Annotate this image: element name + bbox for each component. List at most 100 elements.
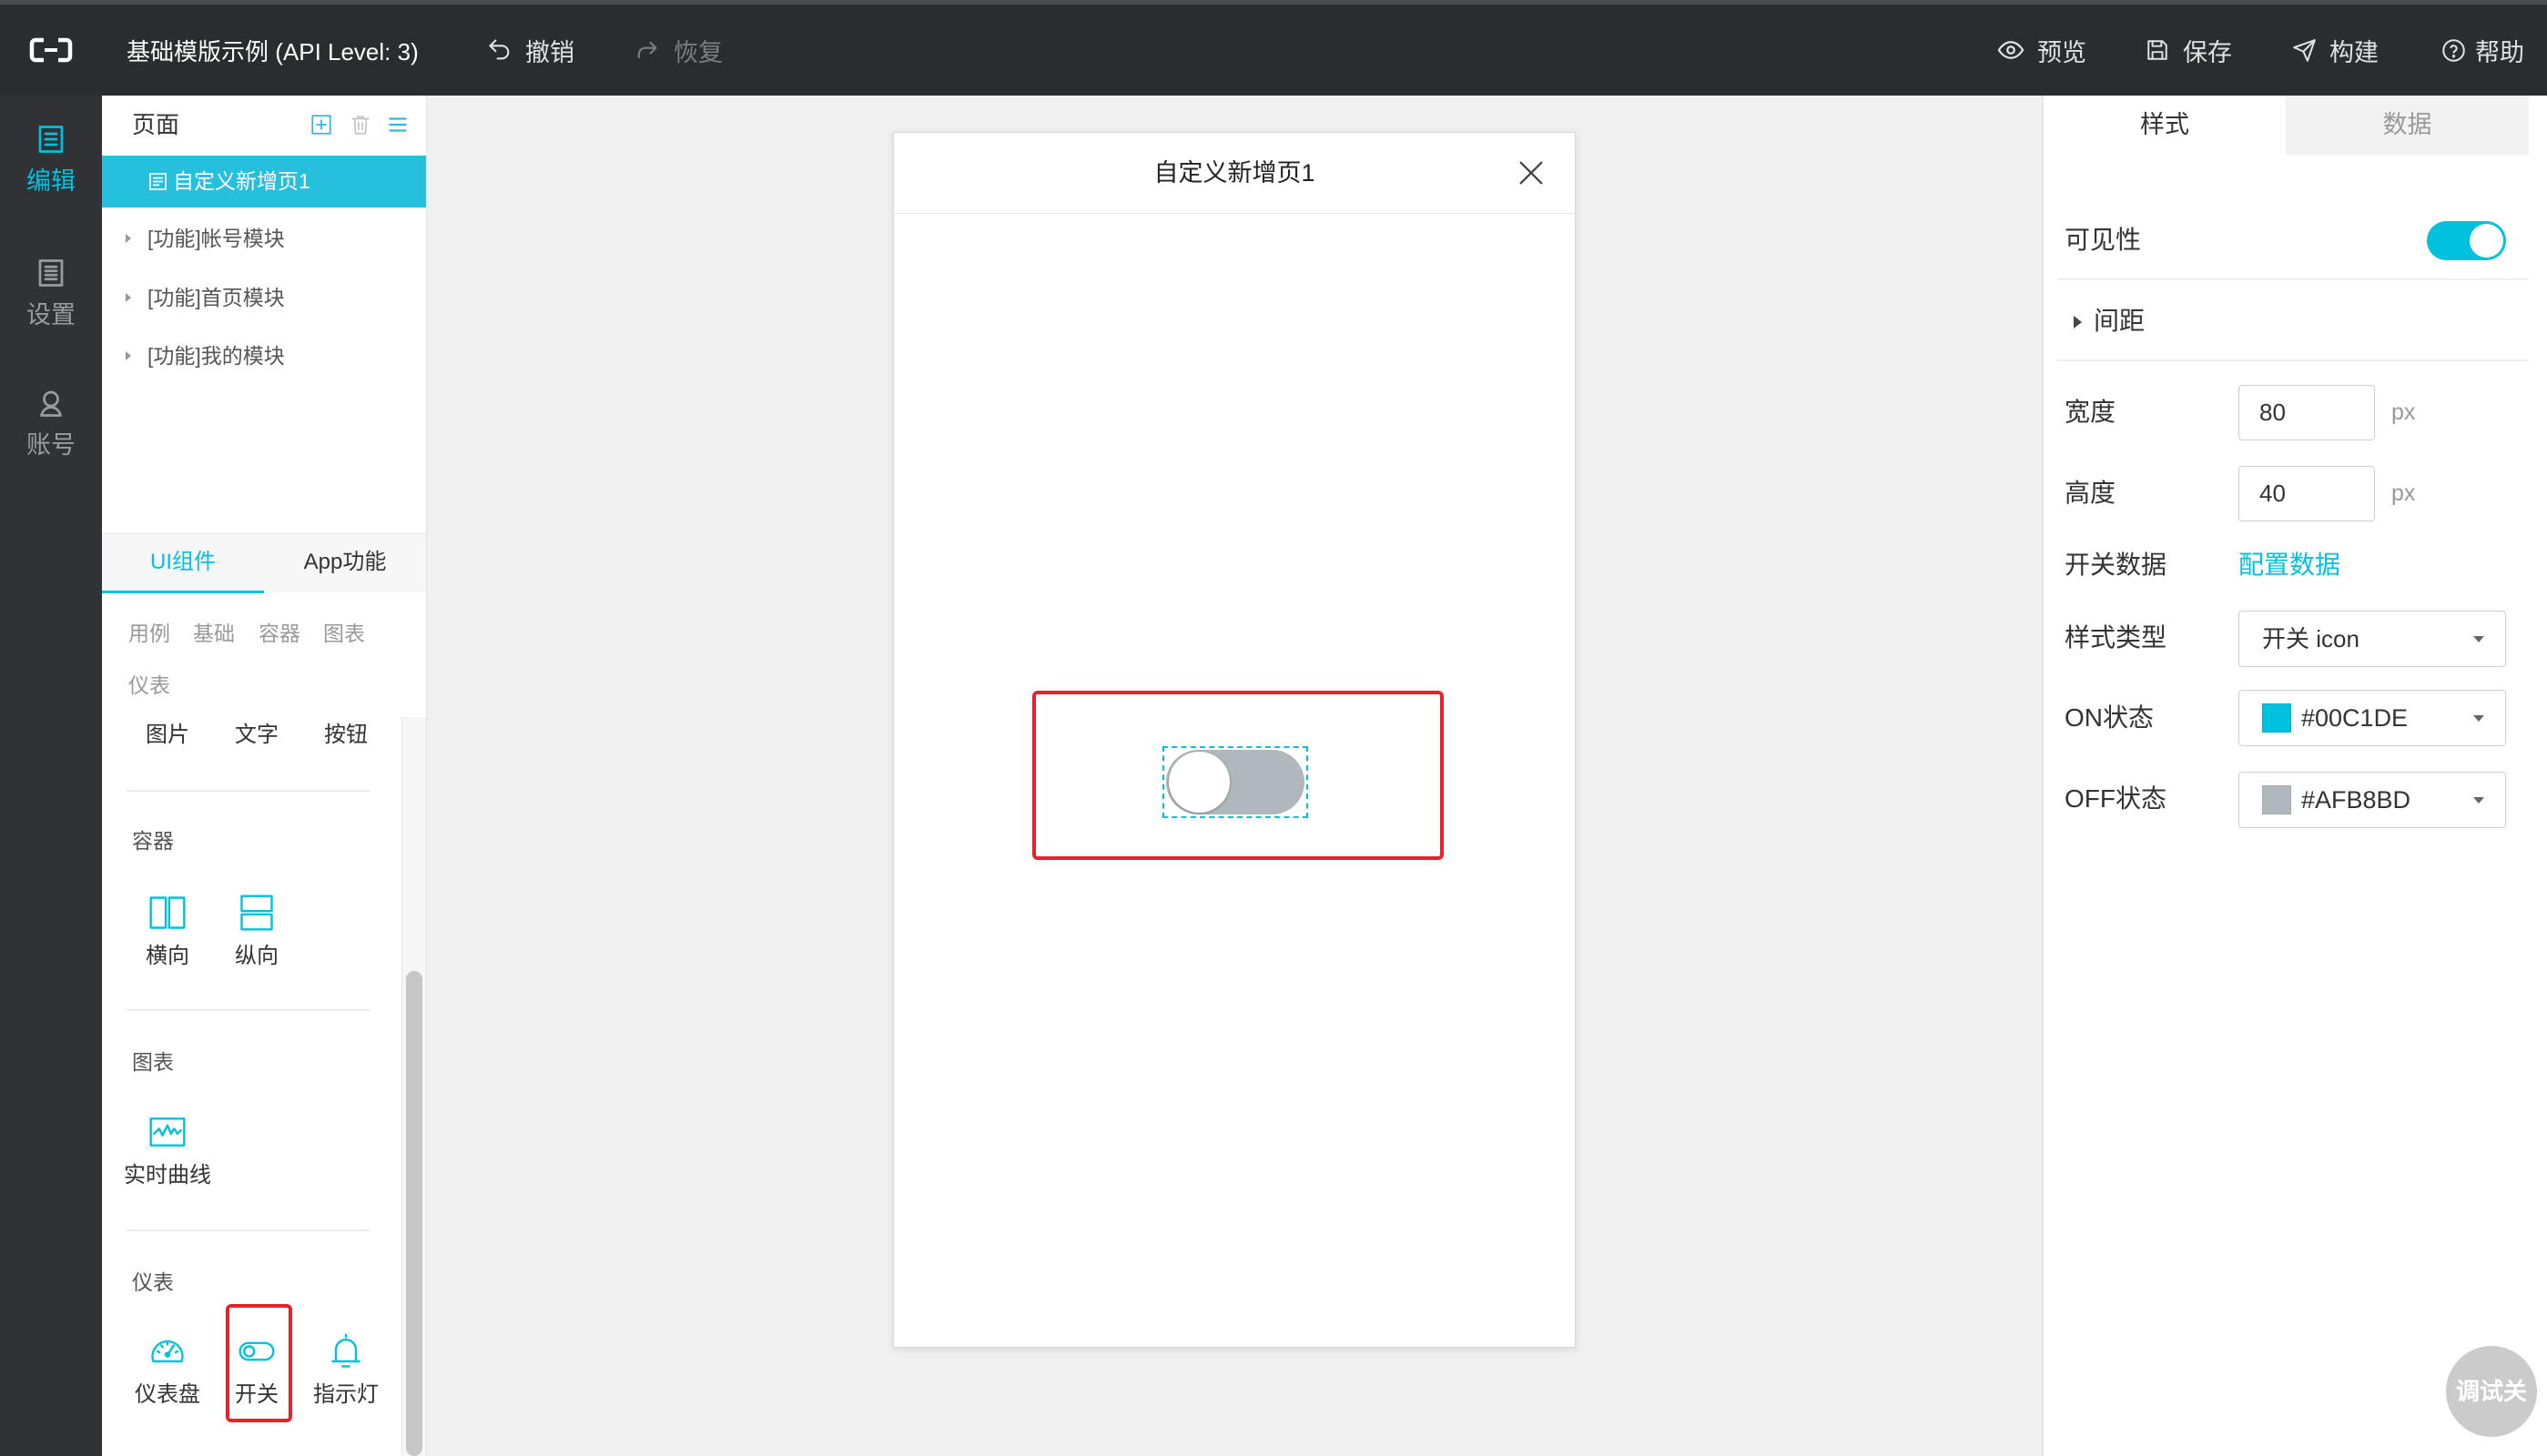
sidebar-item-label: 设置 bbox=[26, 301, 76, 329]
visibility-toggle[interactable] bbox=[2427, 221, 2506, 260]
page-item[interactable]: [功能]我的模块 bbox=[102, 333, 426, 379]
page-list-icon[interactable] bbox=[386, 113, 410, 136]
component-indicator-light[interactable]: 指示灯 bbox=[300, 1331, 391, 1410]
toggle-knob bbox=[2470, 224, 2503, 258]
switch-knob bbox=[1169, 752, 1230, 813]
save-label: 保存 bbox=[2183, 38, 2232, 66]
top-toolbar: 基础模版示例 (API Level: 3) 撤销 恢复 预览 保存 构建 帮助 bbox=[0, 5, 2547, 96]
component-realtime-curve[interactable]: 实时曲线 bbox=[122, 1112, 213, 1191]
page-icon bbox=[149, 173, 167, 190]
expand-caret-icon[interactable] bbox=[126, 351, 131, 360]
component-button[interactable]: 按钮 bbox=[300, 719, 391, 752]
build-button[interactable]: 构建 bbox=[2292, 5, 2379, 96]
page-item-label: [功能]首页模块 bbox=[147, 286, 285, 309]
page-item-label: [功能]我的模块 bbox=[147, 344, 285, 368]
sidebar-item-account[interactable]: 账号 bbox=[0, 387, 102, 461]
redo-button[interactable]: 恢复 bbox=[634, 5, 723, 96]
section-divider bbox=[127, 1009, 370, 1011]
eye-icon bbox=[1997, 41, 2024, 59]
save-icon bbox=[2147, 40, 2167, 60]
section-title-charts: 图表 bbox=[132, 1050, 174, 1074]
properties-panel: 样式 数据 可见性 间距 宽度 px 高度 px 开关数据 配置数据 样式类型 … bbox=[2042, 96, 2547, 1456]
switch-component-highlight bbox=[226, 1304, 292, 1422]
filter-charts[interactable]: 图表 bbox=[323, 618, 365, 649]
on-color-value: #00C1DE bbox=[2301, 704, 2409, 732]
debug-toggle-button[interactable]: 调试关 bbox=[2446, 1346, 2537, 1437]
tab-style[interactable]: 样式 bbox=[2044, 96, 2286, 155]
delete-page-icon[interactable] bbox=[349, 113, 372, 136]
app-logo[interactable] bbox=[29, 5, 73, 96]
visibility-label: 可见性 bbox=[2065, 226, 2142, 254]
selected-switch-widget[interactable] bbox=[1162, 746, 1308, 818]
undo-button[interactable]: 撤销 bbox=[487, 5, 574, 96]
save-button[interactable]: 保存 bbox=[2146, 5, 2232, 96]
width-input[interactable] bbox=[2238, 385, 2375, 440]
page-item[interactable]: [功能]首页模块 bbox=[102, 275, 426, 320]
component-text[interactable]: 文字 bbox=[211, 719, 302, 752]
style-type-select[interactable]: 开关 icon bbox=[2238, 611, 2506, 667]
help-icon bbox=[2442, 38, 2465, 62]
on-color-swatch bbox=[2262, 703, 2291, 733]
component-list: 图片 文字 按钮 容器 横向 纵向 图表 实时曲线 仪表 仪表盘 开关 指示灯 bbox=[102, 717, 401, 1456]
component-image[interactable]: 图片 bbox=[122, 719, 213, 752]
redo-icon bbox=[637, 41, 657, 59]
logo-icon bbox=[29, 37, 73, 63]
expand-caret-icon[interactable] bbox=[126, 293, 131, 302]
sidebar-item-settings[interactable]: 设置 bbox=[0, 257, 102, 331]
paper-plane-icon bbox=[2293, 38, 2316, 62]
sidebar-item-label: 账号 bbox=[26, 431, 76, 459]
on-state-color-select[interactable]: #00C1DE bbox=[2238, 690, 2506, 746]
page-item-label: 自定义新增页1 bbox=[173, 169, 310, 193]
tab-data[interactable]: 数据 bbox=[2286, 96, 2529, 155]
page-item[interactable]: [功能]帐号模块 bbox=[102, 216, 426, 261]
filter-basic[interactable]: 基础 bbox=[193, 618, 235, 649]
preview-label: 预览 bbox=[2037, 38, 2086, 66]
tab-ui-components[interactable]: UI组件 bbox=[102, 534, 264, 593]
chevron-down-icon bbox=[2473, 636, 2484, 642]
component-horizontal[interactable]: 横向 bbox=[122, 893, 213, 972]
page-item-active[interactable]: 自定义新增页1 bbox=[102, 156, 426, 207]
close-icon[interactable] bbox=[1516, 157, 1547, 188]
width-unit: px bbox=[2391, 399, 2416, 425]
tab-app-functions[interactable]: App功能 bbox=[264, 534, 426, 593]
pages-panel-title: 页面 bbox=[132, 111, 180, 138]
spacing-label[interactable]: 间距 bbox=[2094, 303, 2145, 339]
sidebar-item-label: 编辑 bbox=[26, 167, 76, 195]
phone-preview: 自定义新增页1 bbox=[893, 132, 1576, 1348]
edit-icon bbox=[38, 126, 64, 153]
scrollbar-thumb[interactable] bbox=[406, 971, 422, 1456]
off-color-value: #AFB8BD bbox=[2301, 786, 2411, 814]
account-icon bbox=[40, 390, 62, 417]
add-page-icon[interactable] bbox=[309, 113, 333, 136]
sidebar-item-edit[interactable]: 编辑 bbox=[0, 123, 102, 197]
component-vertical[interactable]: 纵向 bbox=[211, 893, 302, 972]
help-button[interactable]: 帮助 bbox=[2441, 5, 2524, 96]
horizontal-layout-icon bbox=[149, 896, 186, 929]
filter-examples[interactable]: 用例 bbox=[128, 618, 170, 649]
help-label: 帮助 bbox=[2475, 38, 2524, 66]
section-divider bbox=[2057, 359, 2529, 361]
phone-page-header: 自定义新增页1 bbox=[894, 133, 1575, 214]
height-unit: px bbox=[2391, 480, 2416, 506]
realtime-curve-icon bbox=[149, 1117, 186, 1147]
configure-data-link[interactable]: 配置数据 bbox=[2238, 547, 2340, 583]
section-divider bbox=[127, 790, 370, 792]
expand-caret-icon[interactable] bbox=[126, 234, 131, 243]
on-state-label: ON状态 bbox=[2065, 703, 2155, 732]
section-divider bbox=[127, 1229, 370, 1231]
component-gauge[interactable]: 仪表盘 bbox=[122, 1331, 213, 1410]
height-input[interactable] bbox=[2238, 466, 2375, 521]
height-label: 高度 bbox=[2065, 479, 2116, 507]
switch-track[interactable] bbox=[1166, 750, 1304, 814]
filter-containers[interactable]: 容器 bbox=[259, 618, 300, 649]
redo-label: 恢复 bbox=[674, 38, 723, 66]
settings-icon bbox=[38, 259, 64, 287]
phone-page-title: 自定义新增页1 bbox=[1153, 159, 1315, 187]
filter-meters[interactable]: 仪表 bbox=[128, 670, 170, 701]
chevron-down-icon bbox=[2473, 797, 2484, 804]
expand-triangle-icon[interactable] bbox=[2074, 316, 2082, 329]
off-state-color-select[interactable]: #AFB8BD bbox=[2238, 772, 2506, 828]
component-label: 指示灯 bbox=[313, 1382, 379, 1407]
off-color-swatch bbox=[2262, 785, 2291, 814]
preview-button[interactable]: 预览 bbox=[1997, 5, 2086, 96]
